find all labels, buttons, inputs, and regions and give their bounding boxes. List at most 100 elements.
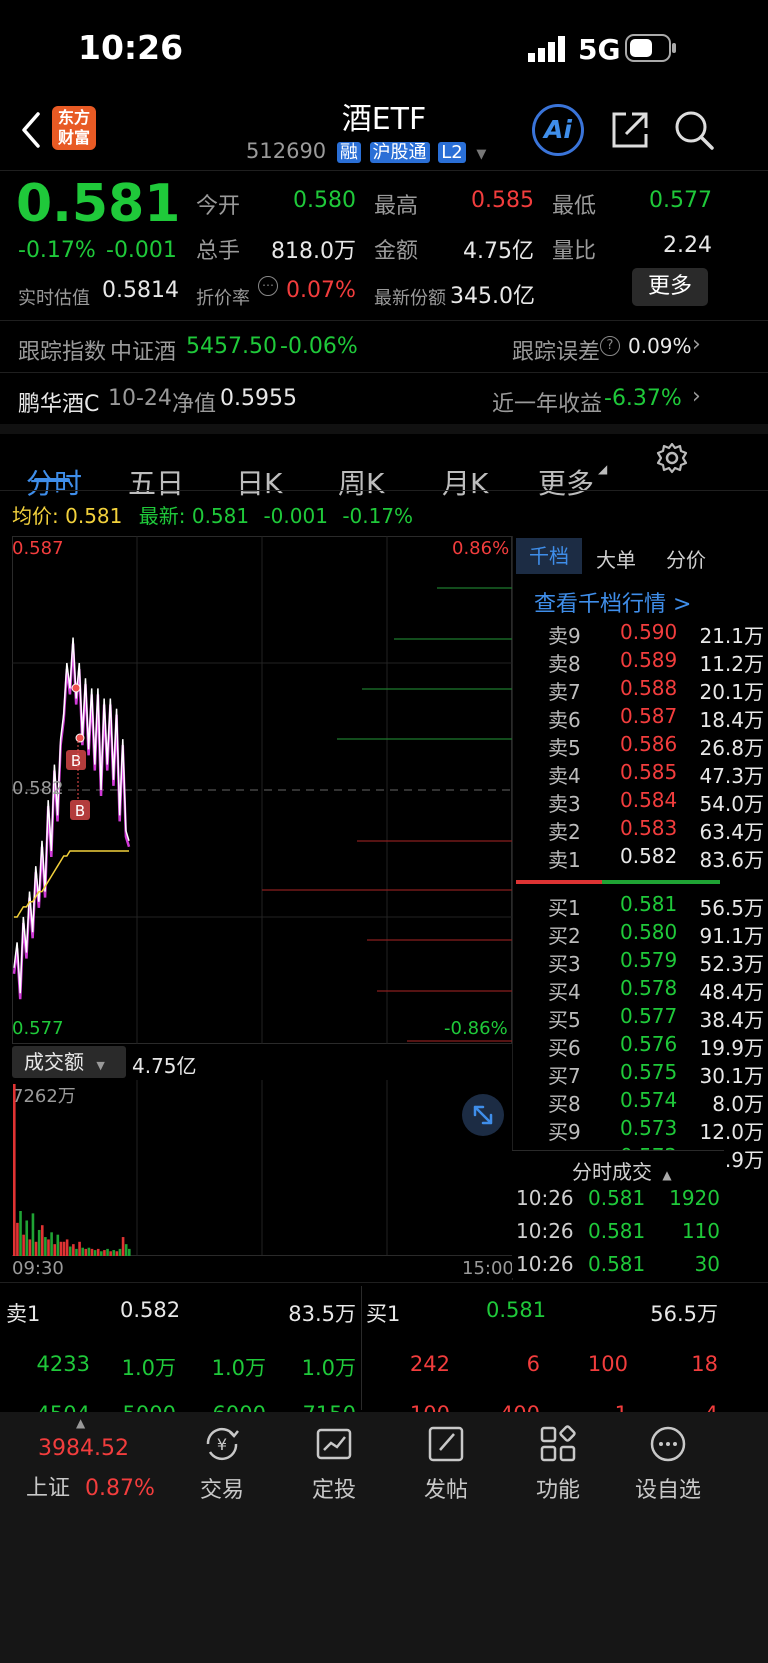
tick-row: 10:26 0.581 30 <box>516 1252 720 1282</box>
tab-intraday[interactable]: 分时 <box>26 462 82 502</box>
tick-time: 10:26 <box>516 1186 574 1210</box>
bid-row[interactable]: 买6 0.576 19.9万 <box>548 1032 764 1061</box>
volume-ratio-label: 量比 <box>552 239 597 264</box>
tick-time: 10:26 <box>516 1252 574 1276</box>
ask-row[interactable]: 卖9 0.590 21.1万 <box>548 620 764 649</box>
depth-link[interactable]: 查看千档行情 > <box>534 586 691 618</box>
ask-price: 0.587 <box>620 704 678 728</box>
back-icon[interactable] <box>18 110 44 150</box>
ask-row[interactable]: 卖3 0.584 54.0万 <box>548 788 764 817</box>
ask-row[interactable]: 卖2 0.583 63.4万 <box>548 816 764 845</box>
l2-bid-price: 0.581 <box>486 1298 547 1322</box>
invest-plan-button[interactable]: 定投 <box>274 1422 394 1504</box>
status-time: 10:26 <box>78 28 184 67</box>
trade-button[interactable]: ¥ 交易 <box>162 1422 282 1504</box>
queue-cell: 4233 <box>36 1352 90 1376</box>
ask-label: 卖7 <box>548 680 581 704</box>
tag-margin: 融 <box>336 142 361 163</box>
ask-row[interactable]: 卖5 0.586 26.8万 <box>548 732 764 761</box>
bid-row[interactable]: 买7 0.575 30.1万 <box>548 1060 764 1089</box>
function-label: 功能 <box>535 1478 580 1503</box>
volume-bar <box>121 1237 125 1256</box>
add-watchlist-button[interactable]: 设自选 <box>608 1422 728 1504</box>
volume-bar <box>56 1234 60 1256</box>
volume-bar <box>53 1244 57 1256</box>
low-label: 最低 <box>552 194 597 219</box>
function-button[interactable]: 功能 <box>498 1422 618 1504</box>
ask-label: 卖8 <box>548 652 581 676</box>
tab-monthly-k[interactable]: 月K <box>442 462 488 502</box>
orderbook-tab-price[interactable]: 分价 <box>666 544 706 573</box>
chevron-right-icon[interactable]: › <box>692 332 701 357</box>
ask-row[interactable]: 卖7 0.588 20.1万 <box>548 676 764 705</box>
high-value: 0.585 <box>471 188 534 213</box>
amount-value: 4.75亿 <box>463 239 534 264</box>
volume-selector[interactable]: 成交额 ▼ <box>12 1046 126 1078</box>
ask-row[interactable]: 卖8 0.589 11.2万 <box>548 648 764 677</box>
bid-row[interactable]: 买9 0.573 12.0万 <box>548 1116 764 1145</box>
bid-row[interactable]: 买3 0.579 52.3万 <box>548 948 764 977</box>
settings-gear-icon[interactable] <box>656 442 688 474</box>
volume-bar <box>84 1248 88 1256</box>
bid-row[interactable]: 买8 0.574 8.0万 <box>548 1088 764 1117</box>
iopv-value: 0.5814 <box>102 278 179 303</box>
fund-name[interactable]: 鹏华酒C <box>18 386 99 418</box>
ai-button[interactable]: Ai <box>532 104 584 156</box>
share-icon[interactable] <box>608 108 652 152</box>
volume-bar <box>65 1239 69 1256</box>
tab-daily-k[interactable]: 日K <box>236 462 282 502</box>
tracking-index-name[interactable]: 中证酒 <box>110 334 176 366</box>
volume-bar <box>28 1239 32 1256</box>
volume-chart <box>12 1080 512 1256</box>
volume-bar <box>81 1247 84 1256</box>
help-icon[interactable]: ? <box>600 336 620 356</box>
ask-row[interactable]: 卖1 0.582 83.6万 <box>548 844 764 873</box>
bid-row[interactable]: 买5 0.577 38.4万 <box>548 1004 764 1033</box>
high-marker <box>71 683 81 693</box>
more-button[interactable]: 更多 <box>632 268 708 306</box>
tag-connect: 沪股通 <box>369 142 430 163</box>
chevron-right-icon[interactable]: › <box>692 384 701 409</box>
volume-bar <box>128 1248 131 1256</box>
volume-bar <box>124 1244 128 1256</box>
bid-row[interactable]: 买2 0.580 91.1万 <box>548 920 764 949</box>
volume-bar <box>37 1229 41 1256</box>
bid-row[interactable]: 买4 0.578 48.4万 <box>548 976 764 1005</box>
avg-label: 均价: <box>12 504 59 528</box>
info-icon[interactable]: ⋯ <box>258 276 278 296</box>
queue-cell: 1.0万 <box>121 1356 176 1380</box>
queue-cell: 18 <box>691 1352 718 1376</box>
queue-cell: 100 <box>587 1352 628 1376</box>
buy-signal-badge: B <box>66 750 86 770</box>
index-row[interactable]: 上证 0.87% <box>26 1470 155 1502</box>
trade-label: 交易 <box>199 1478 244 1503</box>
orderbook-tab-depth[interactable]: 千档 <box>516 538 582 574</box>
volume-bar <box>90 1248 94 1256</box>
tab-more[interactable]: 更多 <box>538 462 594 502</box>
index-value[interactable]: 3984.52 <box>38 1436 129 1461</box>
ticks-title[interactable]: 分时成交 ▲ <box>572 1156 672 1185</box>
intraday-price-chart[interactable]: BB <box>12 536 512 1044</box>
l2-ask-label: 卖1 <box>6 1302 41 1326</box>
l2-ask-vol: 83.5万 <box>288 1302 356 1326</box>
ask-row[interactable]: 卖4 0.585 47.3万 <box>548 760 764 789</box>
bid-row[interactable]: 买1 0.581 56.5万 <box>548 892 764 921</box>
pct-top-label: 0.86% <box>452 538 510 559</box>
volume-bar <box>13 1084 16 1256</box>
fund-return-label: 近一年收益 <box>492 392 603 417</box>
orderbook-tab-large[interactable]: 大单 <box>596 544 636 573</box>
fund-nav-value: 0.5955 <box>220 386 297 411</box>
volume-label: 总手 <box>196 239 241 264</box>
edit-icon <box>428 1426 464 1462</box>
tab-five-day[interactable]: 五日 <box>128 462 184 502</box>
post-button[interactable]: 发帖 <box>386 1422 506 1504</box>
ask-row[interactable]: 卖6 0.587 18.4万 <box>548 704 764 733</box>
tab-weekly-k[interactable]: 周K <box>338 462 384 502</box>
caret-up-icon: ▲ <box>662 1168 672 1182</box>
search-icon[interactable] <box>672 108 716 152</box>
fund-nav-label: 净值 <box>172 392 217 417</box>
ask-volume: 54.0万 <box>699 792 764 816</box>
bid-volume: 52.3万 <box>699 952 764 976</box>
stock-code-row[interactable]: 512690 融 沪股通 L2 ▼ <box>246 138 486 166</box>
volume-total: 4.75亿 <box>132 1054 197 1078</box>
